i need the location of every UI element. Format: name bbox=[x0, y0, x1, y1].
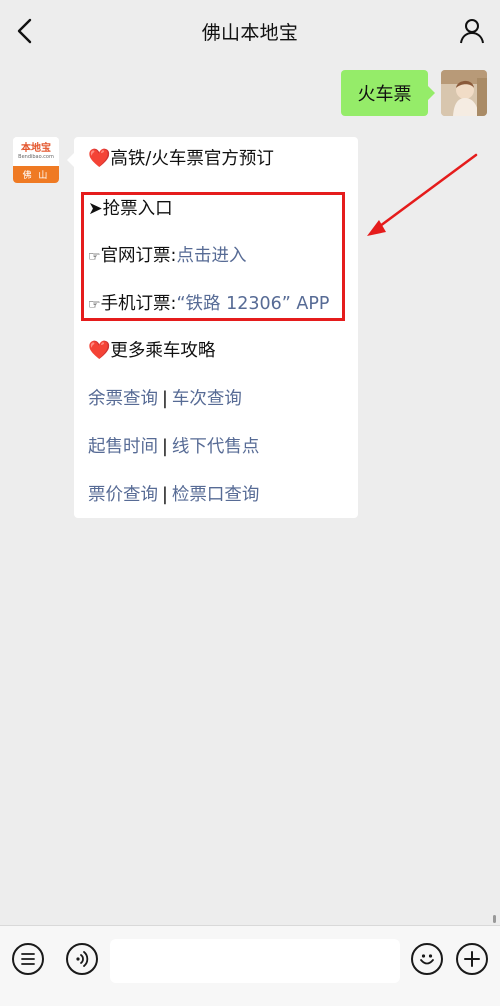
heart-icon: ❤️ bbox=[88, 148, 111, 169]
avatar-brand: 本地宝 bbox=[21, 142, 51, 154]
page-title: 佛山本地宝 bbox=[201, 21, 299, 44]
link-row: 票价查询 | 检票口查询 bbox=[88, 483, 259, 507]
link-row: 起售时间 | 线下代售点 bbox=[88, 435, 259, 459]
train-number-link[interactable]: 车次查询 bbox=[172, 389, 242, 409]
avatar-logo: 本地宝 Bendibao.com bbox=[13, 137, 59, 166]
more-guides-text: 更多乘车攻略 bbox=[110, 341, 216, 361]
emoji-button[interactable] bbox=[411, 943, 443, 975]
voice-button[interactable] bbox=[66, 943, 98, 975]
plus-icon bbox=[464, 951, 480, 967]
voice-icon bbox=[76, 951, 89, 967]
fare-query-link[interactable]: 票价查询 bbox=[88, 485, 158, 505]
heading-line: ❤️高铁/火车票官方预订 bbox=[88, 147, 274, 171]
highlight-box bbox=[81, 192, 345, 321]
message-input[interactable] bbox=[110, 939, 400, 983]
user-avatar[interactable] bbox=[441, 70, 487, 116]
official-account-avatar[interactable]: 本地宝 Bendibao.com 佛 山 bbox=[13, 137, 59, 183]
more-guides-line: ❤️更多乘车攻略 bbox=[88, 339, 215, 363]
list-icon bbox=[21, 953, 35, 965]
avatar-city: 佛 山 bbox=[13, 166, 59, 183]
outgoing-message-text: 火车票 bbox=[357, 84, 412, 105]
more-functions-button[interactable] bbox=[456, 943, 488, 975]
offline-agents-link[interactable]: 线下代售点 bbox=[172, 437, 260, 457]
remaining-tickets-link[interactable]: 余票查询 bbox=[88, 389, 158, 409]
heading-text: 高铁/火车票官方预订 bbox=[110, 149, 274, 169]
chat-profile-button[interactable] bbox=[456, 15, 488, 47]
user-photo bbox=[441, 70, 487, 116]
input-bar bbox=[0, 925, 500, 1006]
sale-time-link[interactable]: 起售时间 bbox=[88, 437, 158, 457]
menu-button[interactable] bbox=[12, 943, 44, 975]
top-bar: 佛山本地宝 bbox=[0, 0, 500, 62]
separator: | bbox=[162, 437, 168, 457]
separator: | bbox=[162, 485, 168, 505]
scroll-indicator bbox=[493, 915, 496, 923]
outgoing-message[interactable]: 火车票 bbox=[341, 70, 435, 116]
avatar-domain: Bendibao.com bbox=[18, 153, 54, 160]
separator: | bbox=[162, 389, 168, 409]
heart-icon: ❤️ bbox=[88, 340, 111, 361]
person-icon bbox=[460, 19, 484, 44]
gate-query-link[interactable]: 检票口查询 bbox=[172, 485, 260, 505]
link-row: 余票查询 | 车次查询 bbox=[88, 387, 242, 411]
smile-icon bbox=[420, 954, 434, 965]
